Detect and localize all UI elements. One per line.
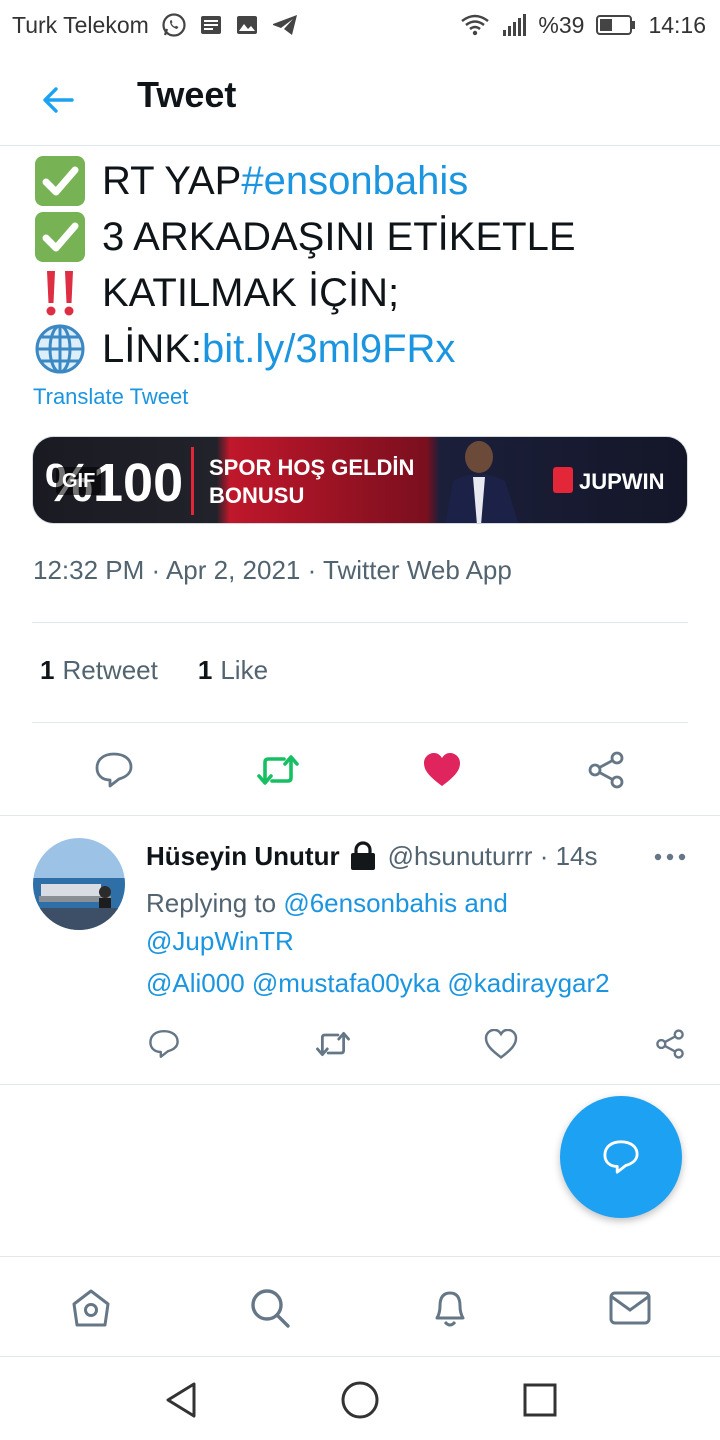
back-button[interactable] xyxy=(38,80,78,120)
retweets-stat[interactable]: 1 Retweet xyxy=(40,655,158,686)
bottom-navigation xyxy=(0,1256,720,1357)
nav-search-button[interactable] xyxy=(247,1285,293,1331)
tweet-text: RT YAP #ensonbahis 3 ARKADAŞINI ETİKETLE… xyxy=(32,153,692,377)
messages-icon xyxy=(609,1291,651,1325)
divider xyxy=(32,722,688,723)
whatsapp-icon xyxy=(161,12,187,38)
app-header: Tweet xyxy=(0,50,720,146)
recents-square-icon xyxy=(523,1383,557,1417)
reply-header: Hüseyin Unutur @hsunuturrr · 14s xyxy=(146,838,598,874)
reply-text[interactable]: @Ali000 @mustafa00yka @kadiraygar2 xyxy=(146,964,610,1002)
more-options-button[interactable] xyxy=(650,844,690,870)
check-mark-icon xyxy=(32,153,88,209)
status-right: %39 14:16 xyxy=(460,12,706,39)
hashtag-link[interactable]: #ensonbahis xyxy=(241,153,468,209)
back-triangle-icon xyxy=(166,1382,196,1418)
tweet-gif-media[interactable]: %100 SPOR HOŞ GELDİN BONUSU JUPWIN xyxy=(32,436,688,524)
divider xyxy=(32,622,688,623)
gif-badge: GIF xyxy=(56,467,102,495)
tweet-line: KATILMAK İÇİN; xyxy=(32,265,692,321)
reply-icon xyxy=(95,752,133,788)
reply-icon xyxy=(149,1030,179,1058)
status-bar: Turk Telekom %39 14:16 xyxy=(0,0,720,50)
page-title: Tweet xyxy=(137,74,237,115)
nav-notifications-button[interactable] xyxy=(427,1285,473,1331)
jupwin-logo: JUPWIN xyxy=(553,467,665,494)
tweet-meta: 12:32 PM · Apr 2, 2021 · Twitter Web App xyxy=(33,555,512,585)
home-icon xyxy=(72,1289,110,1327)
double-exclamation-icon xyxy=(32,265,88,321)
carrier-label: Turk Telekom xyxy=(12,11,149,38)
tweet-line-text: RT YAP xyxy=(102,159,242,203)
signal-icon xyxy=(502,14,527,36)
reply-button[interactable] xyxy=(92,748,136,792)
tweet-line: LİNK: bit.ly/3ml9FRx xyxy=(32,321,692,377)
like-icon xyxy=(484,1029,518,1059)
notifications-icon xyxy=(435,1291,465,1327)
battery-percent: %39 xyxy=(538,11,585,38)
tweet-line: RT YAP #ensonbahis xyxy=(32,153,692,209)
reply-author-name[interactable]: Hüseyin Unutur xyxy=(146,841,340,872)
retweet-button[interactable] xyxy=(256,748,300,792)
reply-handle-time: @hsunuturrr · 14s xyxy=(387,840,598,871)
retweet-icon xyxy=(257,755,299,785)
tweet-line-text: LİNK: xyxy=(102,327,203,371)
retweet-icon xyxy=(316,1031,350,1057)
replying-mention-link[interactable]: @6ensonbahis xyxy=(283,888,457,918)
likes-stat[interactable]: 1 Like xyxy=(198,655,268,686)
compose-reply-icon xyxy=(603,1140,639,1174)
retweets-count: 1 xyxy=(40,655,55,685)
banner-line-1: SPOR HOŞ GELDİN xyxy=(209,455,414,480)
globe-icon xyxy=(32,321,88,377)
likes-label: Like xyxy=(220,655,269,685)
image-icon xyxy=(235,13,259,37)
news-icon xyxy=(199,13,223,37)
status-left: Turk Telekom xyxy=(12,12,299,39)
reply-button[interactable] xyxy=(144,1024,184,1064)
banner-brand: JUPWIN xyxy=(579,469,665,494)
likes-count: 1 xyxy=(197,655,213,685)
replying-mention-link[interactable]: @JupWinTR xyxy=(146,926,294,956)
system-back-button[interactable] xyxy=(158,1378,202,1422)
replying-prefix: Replying to xyxy=(146,888,284,918)
share-button[interactable] xyxy=(584,748,628,792)
system-home-button[interactable] xyxy=(338,1378,382,1422)
arrow-left-icon xyxy=(43,87,74,113)
wifi-icon xyxy=(460,13,490,37)
divider xyxy=(0,1084,720,1085)
search-icon xyxy=(251,1289,290,1328)
tweet-stats: 1 Retweet 1 Like xyxy=(40,655,268,686)
share-button[interactable] xyxy=(650,1024,690,1064)
compose-reply-button[interactable] xyxy=(560,1096,682,1218)
like-button[interactable] xyxy=(481,1024,521,1064)
tweet-line-text: 3 ARKADAŞINI ETİKETLE xyxy=(102,215,576,259)
promo-banner: %100 SPOR HOŞ GELDİN BONUSU JUPWIN xyxy=(33,437,687,523)
replying-and: and xyxy=(457,888,508,918)
banner-line-2: BONUSU xyxy=(209,483,304,508)
battery-icon xyxy=(596,14,636,36)
share-icon xyxy=(588,751,624,789)
share-icon xyxy=(656,1029,684,1059)
avatar[interactable] xyxy=(33,838,125,930)
home-circle-icon xyxy=(341,1381,379,1419)
more-icon xyxy=(654,853,686,861)
retweet-button[interactable] xyxy=(313,1024,353,1064)
lock-icon xyxy=(348,841,378,871)
like-icon xyxy=(424,753,460,786)
nav-messages-button[interactable] xyxy=(607,1285,653,1331)
divider xyxy=(0,815,720,816)
short-link[interactable]: bit.ly/3ml9FRx xyxy=(202,321,455,377)
replying-to: Replying to @6ensonbahis and @JupWinTR xyxy=(146,884,666,960)
tweet-line-text: KATILMAK İÇİN; xyxy=(102,271,400,315)
retweets-label: Retweet xyxy=(62,655,158,685)
telegram-icon xyxy=(271,13,299,37)
translate-tweet-link[interactable]: Translate Tweet xyxy=(33,384,188,410)
system-navigation xyxy=(0,1358,720,1440)
like-button[interactable] xyxy=(420,748,464,792)
nav-home-button[interactable] xyxy=(68,1285,114,1331)
clock: 14:16 xyxy=(648,11,706,38)
tweet-line: 3 ARKADAŞINI ETİKETLE xyxy=(32,209,692,265)
check-mark-icon xyxy=(32,209,88,265)
system-recents-button[interactable] xyxy=(518,1378,562,1422)
